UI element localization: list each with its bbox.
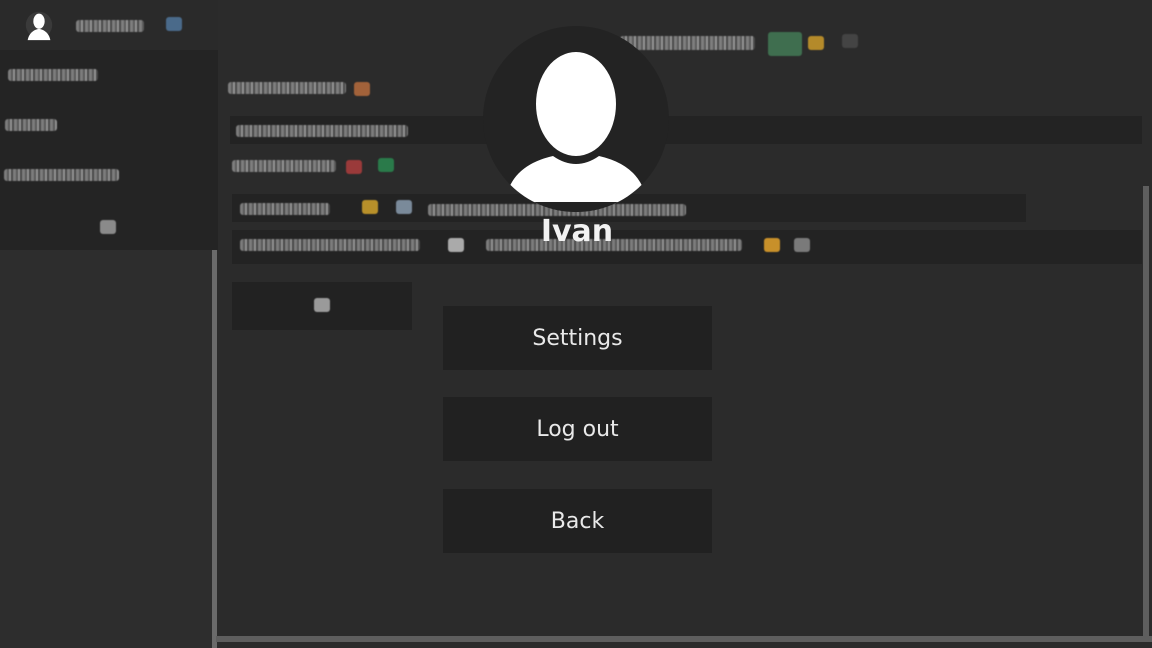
- blurred-icon: [346, 160, 362, 174]
- blurred-icon: [378, 158, 394, 172]
- blurred-icon: [794, 238, 810, 252]
- blurred-text: [5, 119, 57, 131]
- settings-button[interactable]: Settings: [443, 306, 712, 370]
- blurred-icon: [448, 238, 464, 252]
- user-name: Ivan: [540, 214, 614, 249]
- blurred-icon: [314, 298, 330, 312]
- blurred-icon: [768, 32, 802, 56]
- blurred-icon: [396, 200, 412, 214]
- blurred-text: [76, 20, 144, 32]
- main-panel-edge: [1143, 186, 1149, 636]
- main-panel-edge: [216, 636, 1152, 642]
- blurred-icon: [764, 238, 780, 252]
- blurred-text: [240, 239, 420, 251]
- blurred-text: [228, 82, 346, 94]
- blurred-icon: [362, 200, 378, 214]
- logout-button[interactable]: Log out: [443, 397, 712, 461]
- blurred-icon: [166, 17, 182, 31]
- blurred-text: [232, 160, 336, 172]
- blurred-icon: [354, 82, 370, 96]
- blurred-icon: [842, 34, 858, 48]
- avatar: [483, 26, 669, 212]
- blurred-icon: [808, 36, 824, 50]
- back-button[interactable]: Back: [443, 489, 712, 553]
- blurred-text: [4, 169, 119, 181]
- user-silhouette-icon: [505, 52, 647, 212]
- blurred-text: [8, 69, 98, 81]
- blurred-text: [236, 125, 408, 137]
- blurred-icon: [100, 220, 116, 234]
- blurred-text: [240, 203, 330, 215]
- mini-avatar-icon: [25, 11, 53, 41]
